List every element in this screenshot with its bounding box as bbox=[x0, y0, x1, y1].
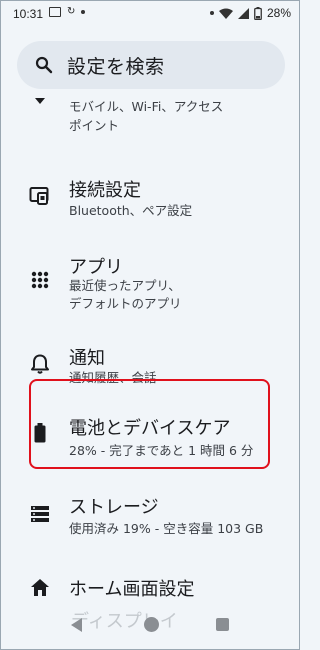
sync-notification-icon: ↻ bbox=[67, 6, 76, 17]
status-bar: 10:31 ↻ 28% bbox=[1, 1, 299, 27]
settings-item-battery[interactable]: 電池とデバイスケア 28% - 完了まであと 1 時間 6 分 bbox=[1, 411, 299, 461]
apps-title: アプリ bbox=[69, 257, 123, 278]
back-icon[interactable] bbox=[69, 617, 85, 633]
settings-search-bar[interactable]: 設定を検索 bbox=[17, 41, 285, 89]
notifications-subtitle: 通知履歴、会話 bbox=[69, 370, 157, 385]
apps-grid-icon bbox=[31, 271, 49, 289]
settings-item-storage[interactable]: ストレージ 使用済み 19% - 空き容量 103 GB bbox=[1, 491, 299, 541]
storage-icon bbox=[31, 506, 49, 522]
wifi-icon bbox=[35, 98, 45, 104]
storage-subtitle: 使用済み 19% - 空き容量 103 GB bbox=[69, 521, 264, 536]
status-system-icons: 28% bbox=[209, 6, 291, 20]
search-placeholder: 設定を検索 bbox=[67, 55, 165, 78]
home-icon bbox=[31, 579, 49, 596]
connected-devices-subtitle: Bluetooth、ペア設定 bbox=[69, 203, 193, 218]
signal-icon bbox=[237, 7, 249, 19]
home-screen-title: ホーム画面設定 bbox=[69, 579, 195, 600]
storage-title: ストレージ bbox=[69, 497, 159, 518]
settings-item-connected-devices[interactable]: 接続設定 Bluetooth、ペア設定 bbox=[1, 171, 299, 227]
battery-percent: 28% bbox=[266, 6, 291, 20]
apps-subtitle-line-1: 最近使ったアプリ、 bbox=[69, 278, 181, 293]
next-item-peek-text: ディスプレイ bbox=[71, 611, 178, 632]
network-subtitle-line-2: ポイント bbox=[69, 118, 120, 133]
settings-item-network[interactable]: モバイル、Wi-Fi、アクセス ポイント bbox=[1, 96, 299, 146]
search-icon bbox=[35, 56, 53, 74]
battery-status-icon bbox=[254, 6, 262, 20]
bell-icon bbox=[31, 354, 49, 374]
status-notification-icons: ↻ bbox=[49, 6, 86, 17]
apps-subtitle-line-2: デフォルトのアプリ bbox=[69, 296, 182, 311]
notifications-title: 通知 bbox=[69, 348, 105, 369]
battery-subtitle: 28% - 完了まであと 1 時間 6 分 bbox=[69, 443, 254, 458]
navigation-bar: ディスプレイ bbox=[1, 599, 299, 649]
connected-devices-icon bbox=[29, 187, 49, 205]
home-button-icon[interactable] bbox=[144, 617, 159, 632]
battery-title: 電池とデバイスケア bbox=[69, 418, 231, 439]
network-subtitle-line-1: モバイル、Wi-Fi、アクセス bbox=[69, 99, 224, 114]
wifi-status-icon bbox=[218, 8, 233, 19]
gallery-notification-icon bbox=[49, 7, 61, 17]
phone-screen: 10:31 ↻ 28% 設定を検索 モバイル、Wi-Fi、アクセス ポイント 接… bbox=[0, 0, 300, 650]
status-time: 10:31 bbox=[13, 7, 44, 21]
connected-devices-title: 接続設定 bbox=[69, 180, 141, 201]
settings-item-notifications[interactable]: 通知 通知履歴、会話 bbox=[1, 341, 299, 389]
settings-item-apps[interactable]: アプリ 最近使ったアプリ、 デフォルトのアプリ bbox=[1, 251, 299, 313]
indicator-dot-icon bbox=[209, 11, 214, 15]
more-notifications-icon bbox=[81, 10, 86, 14]
battery-icon bbox=[34, 423, 46, 443]
recents-icon[interactable] bbox=[216, 618, 229, 631]
